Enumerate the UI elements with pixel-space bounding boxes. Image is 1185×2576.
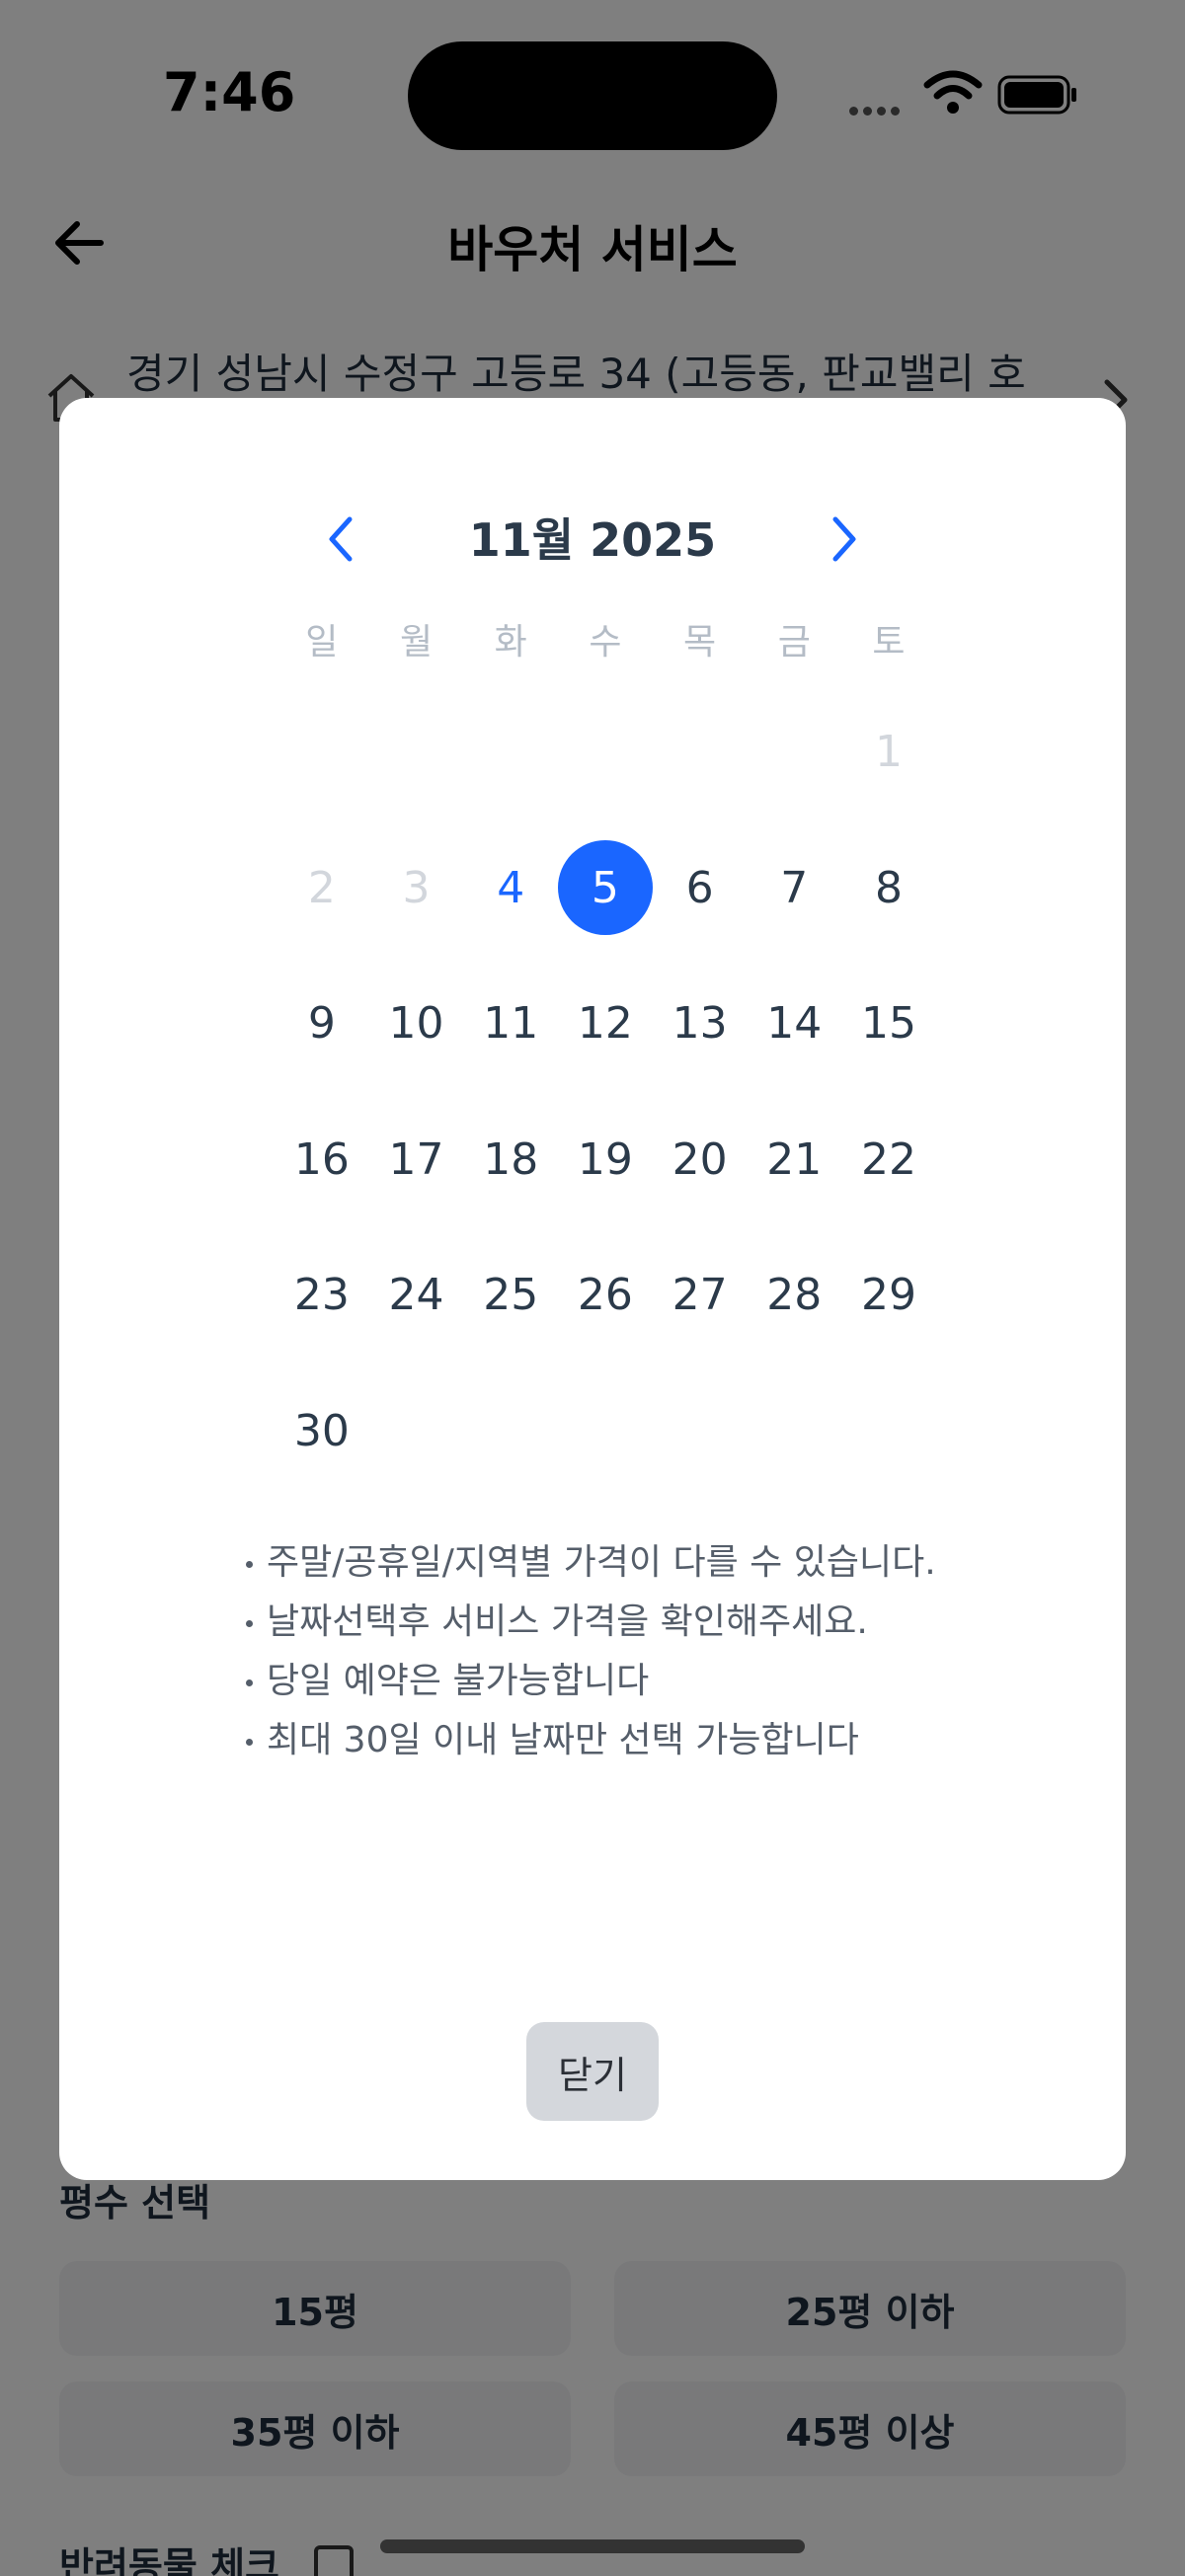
calendar-day-7[interactable]: 7 (747, 820, 841, 957)
calendar-day-1: 1 (874, 727, 903, 778)
price-notes: 주말/공휴일/지역별 가격이 다를 수 있습니다. 날짜선택후 서비스 가격을 확… (242, 1533, 1052, 1770)
home-indicator (380, 2539, 805, 2553)
weekday-label: 토 (872, 622, 906, 663)
calendar-day-26[interactable]: 26 (558, 1227, 653, 1364)
calendar-day-8[interactable]: 8 (841, 820, 936, 957)
calendar-day-19[interactable]: 19 (558, 1092, 653, 1228)
calendar-day-24[interactable]: 24 (369, 1227, 464, 1364)
calendar-day-30[interactable]: 30 (275, 1364, 369, 1500)
empty-day-cell (558, 684, 653, 820)
note-item: 주말/공휴일/지역별 가격이 다를 수 있습니다. (242, 1533, 1052, 1593)
calendar-day-25[interactable]: 25 (463, 1227, 558, 1364)
calendar-day-23[interactable]: 23 (275, 1227, 369, 1364)
calendar-day-9[interactable]: 9 (275, 956, 369, 1092)
weekday-label: 일 (305, 622, 339, 663)
calendar-day-29[interactable]: 29 (841, 1227, 936, 1364)
calendar-day-21[interactable]: 21 (747, 1092, 841, 1228)
date-picker-modal: 11월 2025 일월화수목금토 1 2 3 4 5 6 7 8 9 10 11 12 13 14 15 16… (59, 398, 1126, 2180)
calendar-day-12[interactable]: 12 (558, 956, 653, 1092)
weekday-header: 일월화수목금토 (275, 613, 936, 663)
calendar-day-17[interactable]: 17 (369, 1092, 464, 1228)
empty-day-cell (369, 684, 464, 820)
screen: 7:46 바우처 서비스 경기 성남시 수정구 고등로 34 (고등동, 판교밸… (0, 0, 1185, 2576)
calendar-day-11[interactable]: 11 (463, 956, 558, 1092)
month-title: 11월 2025 (468, 513, 717, 567)
empty-day-cell (653, 684, 748, 820)
chevron-right-icon (832, 516, 856, 562)
month-navigation: 11월 2025 (59, 497, 1126, 576)
selected-day-indicator: 5 (558, 840, 653, 936)
weekday-label: 목 (683, 622, 717, 663)
calendar-day-13[interactable]: 13 (653, 956, 748, 1092)
calendar-day-18[interactable]: 18 (463, 1092, 558, 1228)
empty-day-cell (463, 684, 558, 820)
weekday-label: 화 (494, 622, 527, 663)
calendar-day-15[interactable]: 15 (841, 956, 936, 1092)
note-item: 최대 30일 이내 날짜만 선택 가능합니다 (242, 1711, 1052, 1770)
calendar-day-27[interactable]: 27 (653, 1227, 748, 1364)
close-button[interactable]: 닫기 (526, 2022, 659, 2121)
empty-day-cell (747, 684, 841, 820)
calendar-day-3: 3 (402, 862, 431, 913)
calendar-day-14[interactable]: 14 (747, 956, 841, 1092)
weekday-label: 수 (589, 622, 622, 663)
empty-day-cell (275, 684, 369, 820)
calendar-days-grid: 1 2 3 4 5 6 7 8 9 10 11 12 13 14 15 16 17 18 19 20 21 22 23 24 2… (275, 684, 936, 1499)
calendar-day-10[interactable]: 10 (369, 956, 464, 1092)
calendar-day-20[interactable]: 20 (653, 1092, 748, 1228)
calendar-day-16[interactable]: 16 (275, 1092, 369, 1228)
note-item: 날짜선택후 서비스 가격을 확인해주세요. (242, 1593, 1052, 1652)
calendar-day-5[interactable]: 5 (558, 820, 653, 957)
weekday-label: 월 (399, 622, 434, 663)
note-item: 당일 예약은 불가능합니다 (242, 1652, 1052, 1711)
calendar-day-6[interactable]: 6 (653, 820, 748, 957)
calendar-day-4[interactable]: 4 (463, 820, 558, 957)
calendar-day-28[interactable]: 28 (747, 1227, 841, 1364)
calendar-day-2: 2 (307, 862, 336, 913)
next-month-button[interactable] (810, 505, 879, 574)
weekday-label: 금 (777, 622, 811, 663)
calendar-day-22[interactable]: 22 (841, 1092, 936, 1228)
